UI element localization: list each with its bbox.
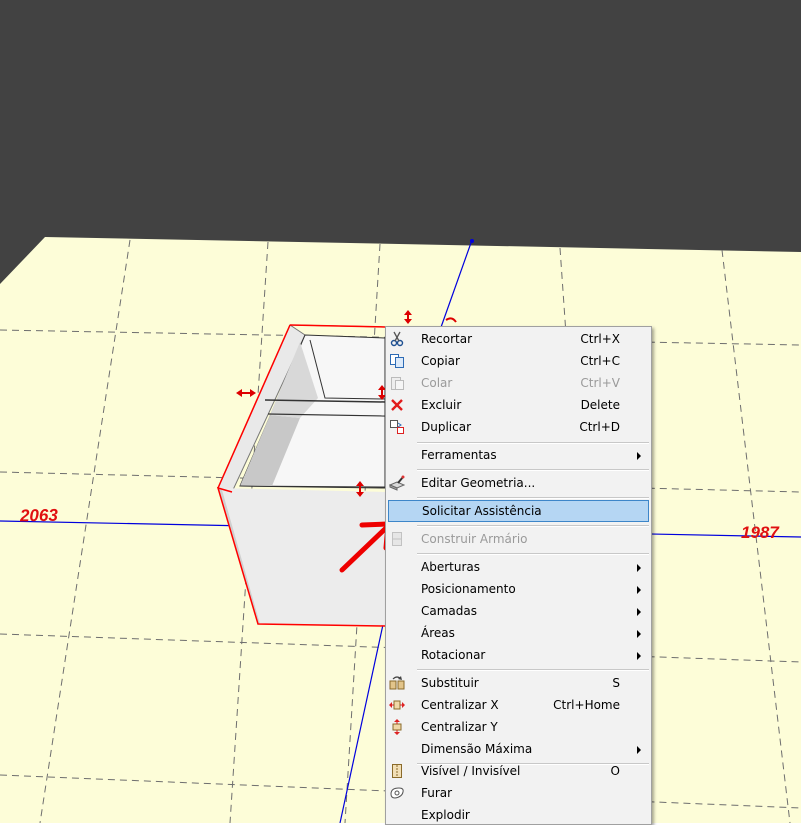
menu-separator (417, 553, 649, 555)
menu-item-colar[interactable]: Colar Ctrl+V (388, 372, 649, 394)
menu-item-label: Explodir (421, 808, 470, 822)
menu-item-solicitar-assistencia[interactable]: Solicitar Assistência (388, 500, 649, 522)
menu-item-label: Ferramentas (421, 448, 497, 462)
menu-item-label: Duplicar (421, 420, 472, 434)
edit-geometry-icon (389, 475, 405, 491)
submenu-arrow-icon (637, 452, 641, 460)
menu-item-dimensao-maxima[interactable]: Dimensão Máxima (388, 738, 649, 760)
menu-separator (417, 497, 649, 499)
menu-item-explodir[interactable]: Explodir (388, 804, 649, 824)
duplicate-icon (390, 420, 404, 434)
submenu-arrow-icon (637, 608, 641, 616)
menu-item-shortcut: S (612, 676, 620, 690)
menu-item-label: Posicionamento (421, 582, 516, 596)
paste-icon (391, 377, 404, 390)
menu-item-label: Áreas (421, 626, 455, 640)
menu-item-areas[interactable]: Áreas (388, 622, 649, 644)
menu-item-shortcut: Ctrl+V (580, 376, 620, 390)
menu-item-centralizar-y[interactable]: Centralizar Y (388, 716, 649, 738)
menu-item-shortcut: Ctrl+Home (553, 698, 620, 712)
menu-item-label: Camadas (421, 604, 477, 618)
menu-item-shortcut: Delete (580, 398, 620, 412)
menu-item-label: Dimensão Máxima (421, 742, 533, 756)
submenu-arrow-icon (637, 746, 641, 754)
dimension-label-left: 2063 (19, 505, 58, 526)
menu-item-label: Colar (421, 376, 453, 390)
menu-separator (417, 669, 649, 671)
menu-item-shortcut: O (610, 764, 620, 778)
menu-item-label: Rotacionar (421, 648, 486, 662)
center-x-icon (389, 700, 405, 710)
menu-item-ferramentas[interactable]: Ferramentas (388, 444, 649, 466)
menu-item-label: Furar (421, 786, 453, 800)
menu-item-centralizar-x[interactable]: Centralizar X Ctrl+Home (388, 694, 649, 716)
menu-item-aberturas[interactable]: Aberturas (388, 556, 649, 578)
dimension-label-right: 1987 (741, 523, 779, 542)
menu-item-label: Centralizar X (421, 698, 499, 712)
delete-x-icon (391, 399, 403, 411)
menu-item-label: Centralizar Y (421, 720, 498, 734)
menu-item-label: Solicitar Assistência (422, 504, 542, 518)
menu-item-shortcut: Ctrl+D (579, 420, 620, 434)
replace-icon (389, 676, 405, 690)
submenu-arrow-icon (637, 652, 641, 660)
menu-item-label: Construir Armário (421, 532, 528, 546)
cabinet-icon (392, 532, 402, 546)
center-y-icon (392, 719, 402, 735)
menu-item-label: Editar Geometria... (421, 476, 536, 490)
drill-icon (390, 787, 404, 799)
submenu-arrow-icon (637, 564, 641, 572)
menu-item-construir-armario[interactable]: Construir Armário (388, 528, 649, 550)
context-menu: Recortar Ctrl+X Copiar Ctrl+C Colar Ctrl… (385, 326, 652, 825)
menu-item-editar-geometria[interactable]: Editar Geometria... (388, 472, 649, 494)
menu-item-posicionamento[interactable]: Posicionamento (388, 578, 649, 600)
menu-item-camadas[interactable]: Camadas (388, 600, 649, 622)
menu-item-visivel-invisivel[interactable]: Visível / Invisível O (388, 760, 649, 782)
menu-item-recortar[interactable]: Recortar Ctrl+X (388, 328, 649, 350)
copy-icon (390, 354, 404, 368)
menu-item-label: Substituir (421, 676, 479, 690)
menu-item-rotacionar[interactable]: Rotacionar (388, 644, 649, 666)
menu-separator (417, 469, 649, 471)
menu-item-substituir[interactable]: Substituir S (388, 672, 649, 694)
menu-item-furar[interactable]: Furar (388, 782, 649, 804)
scissors-icon (390, 331, 404, 347)
submenu-arrow-icon (637, 586, 641, 594)
menu-item-shortcut: Ctrl+C (580, 354, 620, 368)
menu-item-label: Recortar (421, 332, 473, 346)
menu-item-copiar[interactable]: Copiar Ctrl+C (388, 350, 649, 372)
menu-item-label: Visível / Invisível (421, 764, 521, 778)
menu-item-shortcut: Ctrl+X (580, 332, 620, 346)
menu-separator (417, 525, 649, 527)
menu-item-label: Excluir (421, 398, 462, 412)
menu-item-excluir[interactable]: Excluir Delete (388, 394, 649, 416)
menu-item-label: Aberturas (421, 560, 480, 574)
submenu-arrow-icon (637, 630, 641, 638)
visibility-icon (392, 764, 402, 778)
menu-item-label: Copiar (421, 354, 460, 368)
menu-item-duplicar[interactable]: Duplicar Ctrl+D (388, 416, 649, 438)
